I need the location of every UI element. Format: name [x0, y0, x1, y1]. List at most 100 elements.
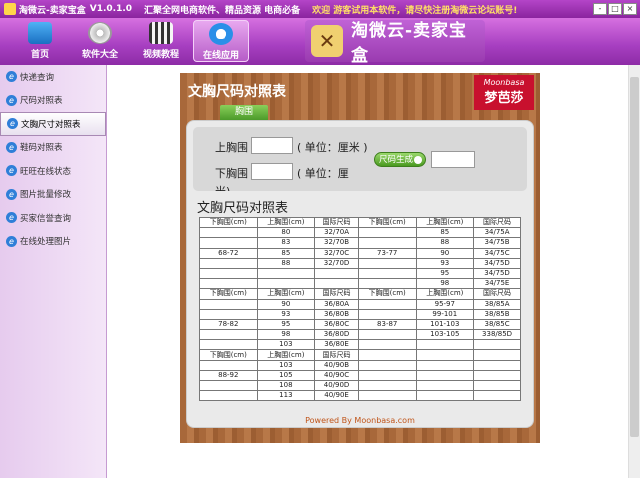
ie-icon: e: [6, 212, 17, 224]
table-header-cell: 上胸围(cm): [256, 216, 316, 229]
brand-banner: ✕ 淘微云-卖家宝盒: [305, 20, 485, 66]
table-cell: 98: [415, 278, 475, 290]
chart-title: 文胸尺码对照表: [197, 201, 289, 216]
sidebar: e 快递查询 e 尺码对照表 e 文胸尺寸对照表 e 鞋码对照表 e 旺旺在线状态 e 图片…: [0, 65, 107, 478]
table-cell: 80: [256, 227, 316, 239]
table-header-cell: 国际尺码: [314, 349, 359, 361]
bra-size-table: 下胸围(cm) 上胸围(cm) 国际尺码 下胸围(cm) 上胸围(cm) 国际尺码 80 32…: [199, 216, 521, 402]
close-button[interactable]: ×: [623, 3, 637, 15]
table-header-cell: 上胸围(cm): [415, 288, 475, 300]
table-cell: 83: [256, 237, 316, 249]
sidebar-item-label: 图片批量修改: [20, 190, 72, 201]
table-cell: 85: [415, 227, 475, 239]
vertical-scrollbar[interactable]: [628, 65, 640, 478]
sidebar-item-batch-image[interactable]: e 图片批量修改: [0, 183, 106, 207]
table-cell: 99-101: [415, 308, 475, 320]
upper-bust-input[interactable]: [251, 137, 293, 154]
result-size-input[interactable]: [431, 151, 475, 168]
table-cell: [314, 267, 359, 280]
table-cell: [415, 339, 475, 351]
table-cell: 40/90E: [314, 390, 359, 402]
table-header-cell: 国际尺码: [314, 216, 359, 229]
table-cell: [357, 267, 417, 280]
table-cell: [256, 278, 316, 290]
table-cell: 34/75A: [473, 227, 521, 239]
table-cell: [357, 390, 417, 402]
sidebar-item-online-image[interactable]: e 在线处理图片: [0, 230, 106, 254]
table-cell: [199, 227, 258, 239]
video-film-icon: [149, 22, 173, 44]
window-controls: - □ ×: [593, 3, 637, 15]
table-cell: 83-87: [357, 318, 417, 331]
table-row: 95 34/75D: [199, 267, 521, 280]
generate-size-button[interactable]: 尺码生成: [374, 152, 426, 167]
table-row: 103 40/90B: [199, 359, 521, 371]
upper-bust-label: 上胸围: [215, 141, 248, 154]
toolbar-home-button[interactable]: 首页: [12, 20, 68, 62]
lower-bust-input[interactable]: [251, 163, 293, 180]
toolbar-online-apps-label: 在线应用: [202, 51, 239, 61]
sidebar-item-express[interactable]: e 快递查询: [0, 65, 106, 89]
minimize-button[interactable]: -: [593, 3, 607, 15]
table-cell: 88-92: [199, 369, 258, 382]
toolbar-online-apps-button[interactable]: e 在线应用: [193, 20, 249, 62]
ie-icon: e: [6, 165, 17, 177]
ie-icon: e: [7, 118, 18, 130]
table-row: 下胸围(cm) 上胸围(cm) 国际尺码 下胸围(cm) 上胸围(cm) 国际尺码: [199, 216, 521, 229]
table-cell: 78-82: [199, 318, 258, 331]
table-cell: [415, 390, 475, 402]
maximize-button[interactable]: □: [608, 3, 622, 15]
sidebar-item-size-chart[interactable]: e 尺码对照表: [0, 89, 106, 113]
sidebar-item-buyer-credit[interactable]: e 买家信誉查询: [0, 206, 106, 230]
sidebar-item-wangwang-status[interactable]: e 旺旺在线状态: [0, 159, 106, 183]
ie-icon: e: [6, 71, 17, 83]
sidebar-item-label: 旺旺在线状态: [20, 166, 72, 177]
sidebar-item-label: 文胸尺寸对照表: [21, 119, 81, 130]
table-cell: 40/90B: [314, 359, 359, 371]
table-cell: [473, 359, 521, 371]
table-cell: 95: [415, 267, 475, 280]
table-cell: [357, 257, 417, 269]
sidebar-item-bra-size[interactable]: e 文胸尺寸对照表: [0, 112, 106, 136]
table-cell: [357, 329, 417, 341]
table-cell: [415, 379, 475, 392]
ie-browser-icon: e: [209, 23, 233, 45]
sidebar-item-label: 鞋码对照表: [20, 143, 63, 154]
table-cell: [357, 298, 417, 310]
ie-icon: e: [6, 94, 17, 106]
ie-icon: e: [6, 141, 17, 153]
brand-text: 淘微云-卖家宝盒: [350, 21, 468, 66]
table-cell: [473, 379, 521, 392]
table-header-cell: 上胸围(cm): [256, 288, 316, 300]
tools-icon: ✕: [311, 25, 343, 57]
logo-text-en: Moonbasa: [483, 78, 525, 87]
title-bar: 淘微云-卖家宝盒 V1.0.1.0 汇聚全网电商软件、精品资源 电商必备 欢迎 …: [0, 0, 640, 18]
table-row: 80 32/70A 85 34/75A: [199, 227, 521, 239]
table-header-cell: 国际尺码: [314, 288, 359, 300]
table-cell: 105: [256, 369, 316, 382]
app-version: V1.0.1.0: [89, 4, 133, 14]
tab-bust[interactable]: 胸围: [220, 105, 268, 120]
upper-unit-label: ( 单位：厘米 ): [297, 141, 368, 154]
table-cell: [256, 267, 316, 280]
toolbar-home-label: 首页: [30, 50, 49, 60]
table-header-cell: 国际尺码: [473, 216, 521, 229]
table-cell: 40/90C: [314, 369, 359, 382]
table-cell: [199, 329, 258, 341]
main-toolbar: 首页 软件大全 视频教程 e 在线应用 ✕ 淘微云-卖家宝盒: [0, 18, 640, 66]
table-cell: 113: [256, 390, 316, 402]
table-cell: 34/75B: [473, 237, 521, 249]
sidebar-item-shoe-size[interactable]: e 鞋码对照表: [0, 136, 106, 160]
scrollbar-thumb[interactable]: [630, 77, 639, 437]
toolbar-video-label: 视频教程: [142, 50, 179, 60]
table-header-cell: 国际尺码: [473, 288, 521, 300]
table-cell: [357, 339, 417, 351]
table-row: 90 36/80A 95-97 38/85A: [199, 298, 521, 310]
table-cell: 88: [415, 237, 475, 249]
app-logo-icon: [4, 3, 16, 15]
table-cell: 34/75D: [473, 267, 521, 280]
sidebar-item-label: 尺码对照表: [20, 96, 63, 107]
table-cell: [473, 390, 521, 402]
toolbar-software-button[interactable]: 软件大全: [72, 20, 128, 62]
toolbar-video-button[interactable]: 视频教程: [133, 20, 189, 62]
